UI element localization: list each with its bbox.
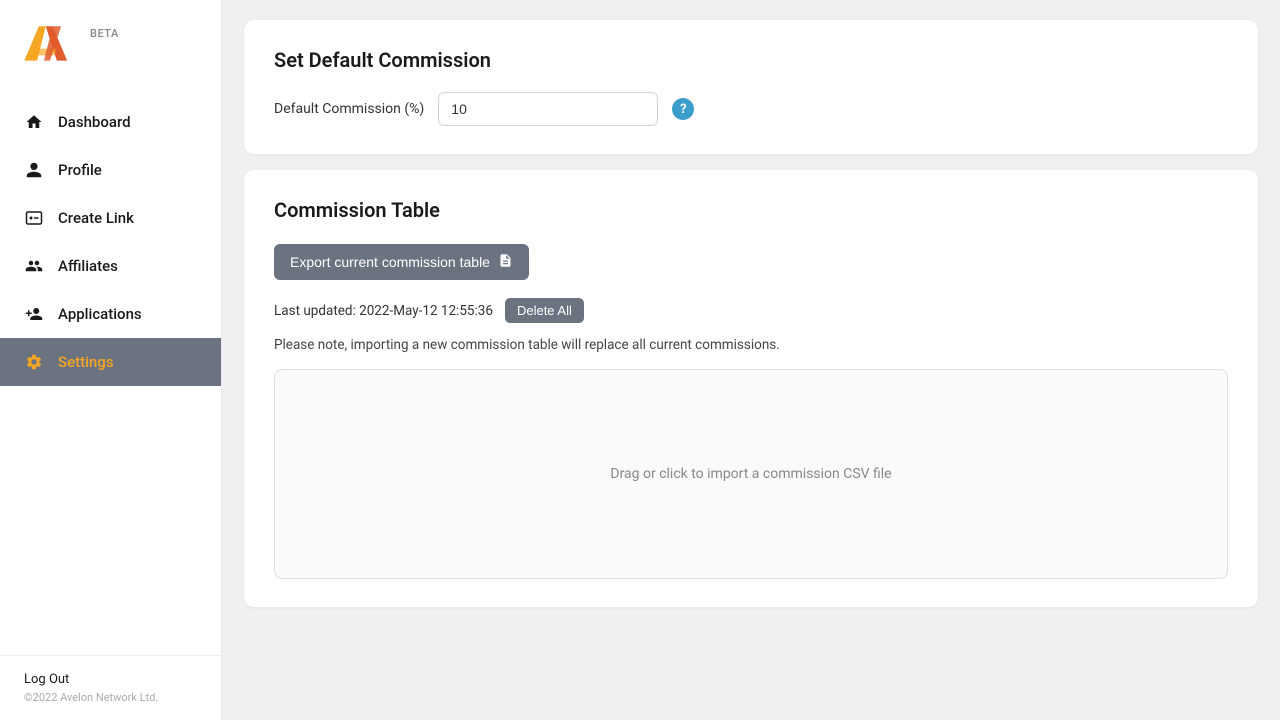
home-icon [24, 112, 44, 132]
default-commission-title: Set Default Commission [274, 48, 1228, 72]
commission-form-row: Default Commission (%) ? [274, 92, 1228, 126]
drop-zone-text: Drag or click to import a commission CSV… [610, 466, 891, 482]
main-content: Set Default Commission Default Commissio… [222, 0, 1280, 720]
last-updated-row: Last updated: 2022-May-12 12:55:36 Delet… [274, 298, 1228, 323]
commission-table-title: Commission Table [274, 198, 1228, 222]
sidebar-footer: Log Out ©2022 Avelon Network Ltd. [0, 655, 221, 720]
sidebar: BETA Dashboard Profile [0, 0, 222, 720]
sidebar-label-dashboard: Dashboard [58, 113, 131, 131]
delete-all-button[interactable]: Delete All [505, 298, 584, 323]
export-btn-label: Export current commission table [290, 254, 490, 270]
user-icon [24, 160, 44, 180]
sidebar-label-settings: Settings [58, 353, 114, 371]
sidebar-item-applications[interactable]: Applications [0, 290, 221, 338]
sidebar-item-profile[interactable]: Profile [0, 146, 221, 194]
sidebar-item-settings[interactable]: Settings [0, 338, 221, 386]
logo-area: BETA [0, 0, 221, 88]
nav-list: Dashboard Profile Create Link [0, 88, 221, 655]
commission-table-card: Commission Table Export current commissi… [244, 170, 1258, 607]
link-icon [24, 208, 44, 228]
sidebar-item-affiliates[interactable]: Affiliates [0, 242, 221, 290]
copyright-text: ©2022 Avelon Network Ltd. [24, 691, 197, 704]
commission-label: Default Commission (%) [274, 101, 424, 117]
csv-drop-zone[interactable]: Drag or click to import a commission CSV… [274, 369, 1228, 579]
user-plus-icon [24, 304, 44, 324]
sidebar-item-create-link[interactable]: Create Link [0, 194, 221, 242]
beta-badge: BETA [90, 27, 119, 40]
app-logo [20, 18, 80, 68]
users-icon [24, 256, 44, 276]
last-updated-text: Last updated: 2022-May-12 12:55:36 [274, 303, 493, 319]
help-icon[interactable]: ? [672, 98, 694, 120]
sidebar-label-create-link: Create Link [58, 209, 134, 227]
commission-input[interactable] [438, 92, 658, 126]
gear-icon [24, 352, 44, 372]
sidebar-label-profile: Profile [58, 161, 102, 179]
sidebar-label-applications: Applications [58, 305, 142, 323]
export-commission-button[interactable]: Export current commission table [274, 244, 529, 280]
sidebar-label-affiliates: Affiliates [58, 257, 118, 275]
file-export-icon [498, 253, 513, 271]
sidebar-item-dashboard[interactable]: Dashboard [0, 98, 221, 146]
default-commission-card: Set Default Commission Default Commissio… [244, 20, 1258, 154]
log-out-link[interactable]: Log Out [24, 672, 197, 687]
import-notice: Please note, importing a new commission … [274, 337, 1228, 353]
